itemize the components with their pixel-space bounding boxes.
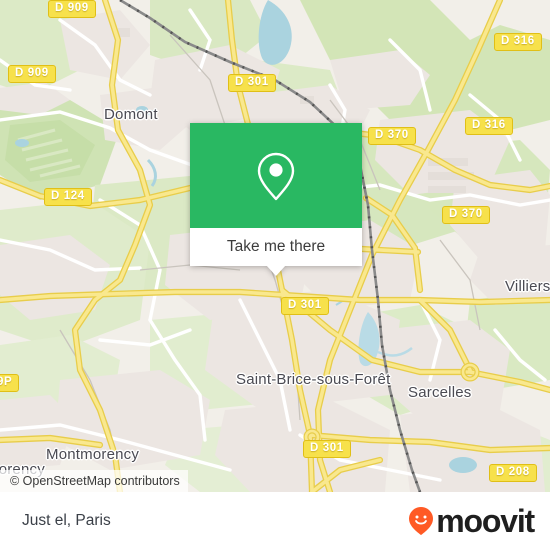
map-label-sarcelles: Sarcelles	[408, 384, 472, 401]
location-title: Just el, Paris	[22, 512, 111, 529]
map-label-montmorency: Montmorency	[46, 446, 140, 463]
moovit-wordmark: moovit	[436, 503, 535, 539]
road-shield-d124[interactable]: D 124	[44, 188, 92, 206]
road-shield-d301-mid[interactable]: D 301	[281, 297, 329, 315]
road-shield-d909-north[interactable]: D 909	[48, 0, 96, 18]
take-me-there-label: Take me there	[226, 238, 326, 255]
road-shield-d370-east[interactable]: D 370	[442, 206, 490, 224]
moovit-pin-icon	[409, 507, 434, 535]
road-shield-d301-south[interactable]: D 301	[303, 440, 351, 458]
road-shield-d208[interactable]: D 208	[489, 464, 537, 482]
road-shield-d909-west[interactable]: D 909	[8, 65, 56, 83]
popup-image-area	[190, 123, 362, 228]
road-shield-d909p[interactable]: 9P	[0, 374, 20, 392]
road-shield-d316-north[interactable]: D 316	[494, 33, 542, 51]
popup-footer[interactable]: Take me there	[190, 228, 362, 276]
road-shield-d370-north[interactable]: D 370	[368, 127, 416, 145]
map-label-villiers: Villiers-	[505, 278, 550, 295]
map-label-domont: Domont	[104, 106, 158, 123]
moovit-logo[interactable]: moovit	[408, 503, 535, 539]
map-label-saint-brice-sous-foret: Saint-Brice-sous-Forêt	[236, 371, 391, 388]
destination-popup[interactable]: Take me there	[190, 123, 362, 276]
map-attribution[interactable]: © OpenStreetMap contributors	[0, 470, 188, 492]
screenshot-root: Domont Villiers- Saint-Brice-sous-Forêt …	[0, 0, 550, 550]
road-shield-d301-north[interactable]: D 301	[228, 74, 276, 92]
bottom-bar: Just el, Paris moovit	[0, 492, 550, 550]
map-canvas[interactable]: Domont Villiers- Saint-Brice-sous-Forêt …	[0, 0, 550, 492]
map-pin-icon	[257, 152, 295, 200]
road-shield-d316-east[interactable]: D 316	[465, 117, 513, 135]
popup-tail	[266, 265, 286, 276]
